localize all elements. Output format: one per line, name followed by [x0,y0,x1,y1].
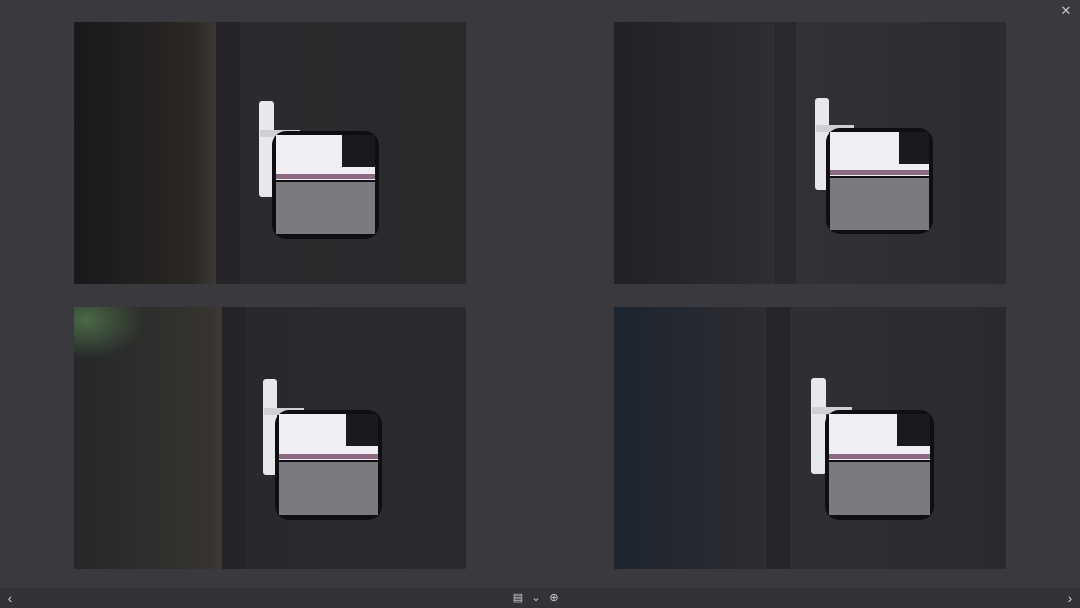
photo-thumbnail-4[interactable] [614,307,1006,569]
photo-thumbnail-2[interactable] [614,22,1006,284]
chevron-right-icon[interactable]: › [1062,590,1078,606]
zoom-in-icon[interactable]: ⊕ [546,590,562,606]
close-icon[interactable]: ✕ [1058,3,1074,19]
bottom-toolbar: ‹ ▤ ⌄ ⊕ › [0,588,1080,608]
film-strip-icon[interactable]: ▤ [510,590,526,606]
chevron-left-icon[interactable]: ‹ [2,590,18,606]
photo-thumbnail-1[interactable] [74,22,466,284]
photo-thumbnail-3[interactable] [74,307,466,569]
chevron-down-icon[interactable]: ⌄ [528,590,544,606]
